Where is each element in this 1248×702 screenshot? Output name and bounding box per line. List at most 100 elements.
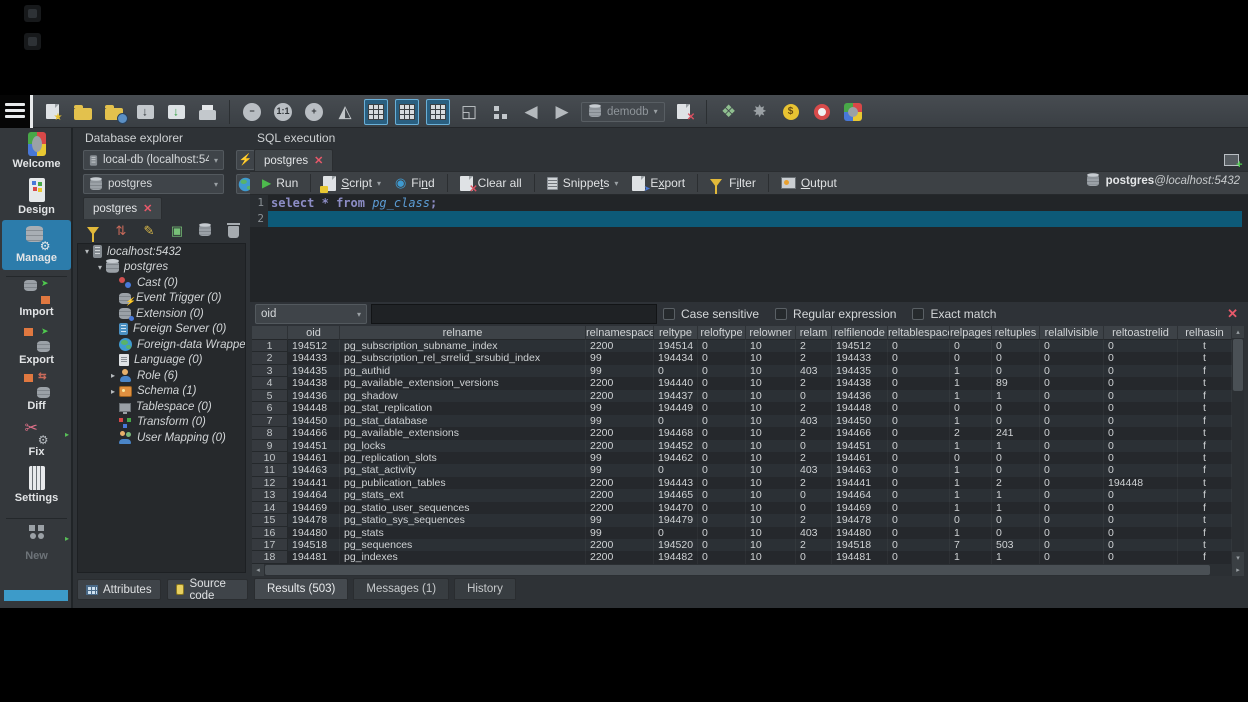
tree-item-language[interactable]: Language (0) [78,353,245,369]
tree-item-event-trigger[interactable]: Event Trigger (0) [78,291,245,307]
expand-icon[interactable]: ▸ [107,371,119,380]
tree-item-cast[interactable]: Cast (0) [78,275,245,291]
sidebar-item-import[interactable]: Import [2,280,71,318]
database-select[interactable]: demodb▾ [581,102,665,122]
open-folder-button[interactable] [71,99,95,125]
sidebar-item-export[interactable]: Export [2,328,71,366]
scroll-left-icon[interactable]: ◂ [252,564,264,576]
new-file-button[interactable] [40,99,64,125]
mirror-compare-button[interactable]: ◭ [333,99,357,125]
output-button[interactable]: Output [777,174,841,192]
nav-back-button[interactable]: ◀ [519,99,543,125]
tree-item-postgres-database[interactable]: ▾postgres [78,260,245,276]
sidebar-item-fix[interactable]: Fix▸ [2,420,71,458]
nav-forward-button[interactable]: ▶ [550,99,574,125]
postgres-logo-button[interactable] [841,99,865,125]
donate-button[interactable]: $ [779,99,803,125]
horizontal-scroll-thumb[interactable] [265,565,1210,575]
column-header-oid[interactable]: oid [288,326,340,340]
grid-view-button[interactable] [364,99,388,125]
filter-button[interactable]: Filter [706,174,760,192]
desktop-shortcut-icon[interactable] [24,5,41,22]
expand-icon[interactable]: ▸ [107,387,119,396]
export-archive-button[interactable] [164,99,188,125]
table-row[interactable]: 2194433pg_subscription_rel_srrelid_srsub… [252,352,1232,364]
table-row[interactable]: 3194435pg_authid99001040319443501000f [252,365,1232,377]
run-button[interactable]: ▶Run [258,174,302,192]
desktop-shortcut-icon[interactable] [24,33,41,50]
scroll-down-icon[interactable]: ▾ [1232,552,1244,564]
tree-item-localhost-5432[interactable]: ▾localhost:5432 [78,244,245,260]
table-row[interactable]: 5194436pg_shadow220019443701001944360110… [252,390,1232,402]
tree-item-extension[interactable]: Extension (0) [78,306,245,322]
support-button[interactable] [810,99,834,125]
column-header-reltablespace[interactable]: reltablespace [888,326,950,340]
database-select-explorer[interactable]: postgres ▾ [83,174,224,194]
table-row[interactable]: 10194461pg_replication_slots991944620102… [252,452,1232,464]
new-sql-tab-button[interactable] [1220,151,1242,169]
sidebar-item-welcome[interactable]: Welcome [2,132,71,170]
scroll-right-icon[interactable]: ▸ [1232,564,1244,576]
script-button[interactable]: Script▾ [319,174,385,193]
clear-all-button[interactable]: Clear all [456,174,526,193]
vertical-scrollbar[interactable]: ▴ ▾ [1232,326,1244,564]
tree-item-role[interactable]: ▸Role (6) [78,368,245,384]
column-header-relam[interactable]: relam [796,326,832,340]
results-tab-results[interactable]: Results (503) [254,578,348,600]
report-bug-button[interactable]: ✸ [748,99,772,125]
table-row[interactable]: 16194480pg_stats99001040319448001000f [252,527,1232,539]
tab-postgres-sql[interactable]: postgres ✕ [254,149,333,171]
column-header-reltuples[interactable]: reltuples [992,326,1040,340]
sort-objects-button[interactable]: ⇅ [113,224,129,237]
table-row[interactable]: 17194518pg_sequences22001945200102194518… [252,539,1232,551]
column-header-relowner[interactable]: relowner [746,326,796,340]
source-code-button[interactable]: Source code [167,579,248,600]
connection-select[interactable]: local-db (localhost:5432 ▾ [83,150,224,170]
import-archive-button[interactable] [133,99,157,125]
editor-line[interactable]: 2 [250,211,1248,227]
refresh-database-button[interactable] [197,224,213,237]
vertical-scroll-thumb[interactable] [1233,339,1243,391]
column-header-reltoastrelid[interactable]: reltoastrelid [1104,326,1178,340]
tab-postgres-explorer[interactable]: postgres ✕ [83,197,162,219]
print-button[interactable] [195,99,219,125]
table-row[interactable]: 12194441pg_publication_tables22001944430… [252,477,1232,489]
delete-object-button[interactable] [225,223,241,238]
snippets-button[interactable]: Snippets▾ [543,174,623,192]
zoom-out-button[interactable]: − [240,99,264,125]
export-results-button[interactable]: Export [628,174,689,193]
sidebar-item-manage[interactable]: Manage [2,220,71,270]
results-tab-history[interactable]: History [454,578,516,600]
horizontal-scrollbar[interactable]: ◂ ▸ [252,564,1244,576]
zoom-in-button[interactable]: + [302,99,326,125]
column-header-relnamespace[interactable]: relnamespace [586,326,654,340]
case-sensitive-checkbox[interactable]: Case sensitive [663,307,759,321]
expand-icon[interactable]: ▾ [81,247,93,256]
table-row[interactable]: 11194463pg_stat_activity9900104031944630… [252,464,1232,476]
table-row[interactable]: 6194448pg_stat_replication99194449010219… [252,402,1232,414]
plugins-button[interactable]: ❖ [717,99,741,125]
sidebar-item-design[interactable]: Design [2,178,71,216]
tree-item-transform[interactable]: Transform (0) [78,415,245,431]
table-row[interactable]: 15194478pg_statio_sys_sequences991944790… [252,514,1232,526]
expand-icon[interactable]: ▾ [94,263,106,272]
open-object-button[interactable]: ▣ [169,224,185,237]
tree-item-user-mapping[interactable]: User Mapping (0) [78,430,245,446]
table-row[interactable]: 1194512pg_subscription_subname_index2200… [252,340,1232,352]
filter-objects-button[interactable] [85,227,101,235]
menu-icon[interactable] [5,103,25,119]
column-header-relpages[interactable]: relpages [950,326,992,340]
close-file-button[interactable] [672,99,696,125]
filter-input[interactable] [371,304,657,324]
grid-view-borders-button[interactable] [395,99,419,125]
table-row[interactable]: 18194481pg_indexes2200194482010019448101… [252,551,1232,563]
editor-line[interactable]: 1select * from pg_class; [250,195,1248,211]
column-header-reloftype[interactable]: reloftype [698,326,746,340]
attributes-button[interactable]: Attributes [77,579,161,600]
column-header-relfilenode[interactable]: relfilenode [832,326,888,340]
edit-object-button[interactable]: ✎ [141,224,157,237]
table-row[interactable]: 8194466pg_available_extensions2200194468… [252,427,1232,439]
results-tab-messages[interactable]: Messages (1) [353,578,449,600]
exact-match-checkbox[interactable]: Exact match [912,307,996,321]
actual-size-button[interactable]: 1:1 [271,99,295,125]
